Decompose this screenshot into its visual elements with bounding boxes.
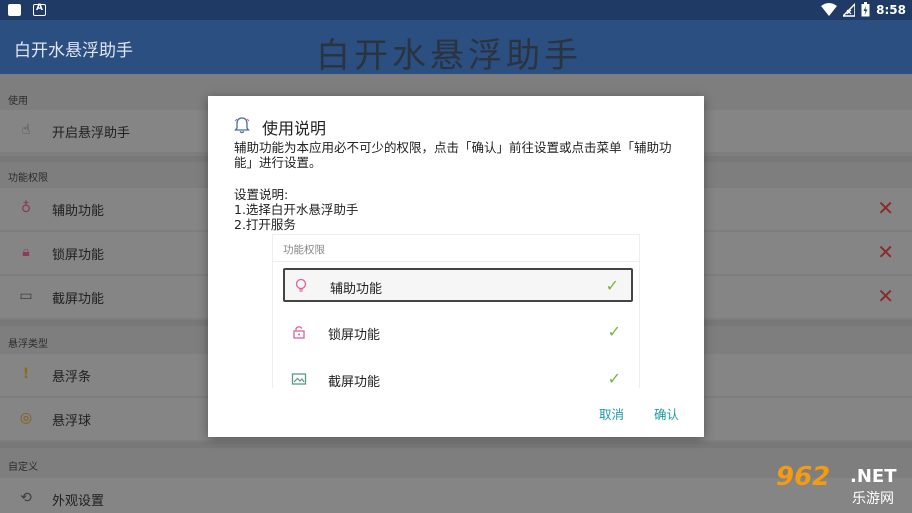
list-item-label: 外观设置: [52, 494, 105, 509]
confirm-button[interactable]: 确认: [654, 404, 679, 423]
preview-row-label: 截屏功能: [328, 375, 381, 388]
app-logo: 白开水悬浮助手: [316, 36, 582, 76]
list-item-label: 开启悬浮助手: [52, 126, 131, 141]
hand-pointer-icon: ☝: [21, 122, 31, 138]
preview-header-label: 功能权限: [283, 244, 325, 256]
app-bar: 白开水悬浮助手 白开水悬浮助手: [0, 20, 912, 76]
check-icon: ✓: [607, 322, 621, 341]
list-item-label: 悬浮条: [52, 370, 92, 385]
section-header-usage: 使用: [8, 96, 28, 107]
instruction-preview-image: 功能权限 辅助功能 ✓ 锁屏功能 ✓ 截屏功能 ✓: [272, 234, 640, 388]
settings-icon: ⟲: [20, 490, 32, 506]
dialog-instructions: 设置说明: 1.选择白开水悬浮助手 2.打开服务: [234, 187, 358, 232]
instruction-line: 2.打开服务: [234, 217, 296, 232]
section-header-permissions: 功能权限: [8, 173, 48, 184]
watermark-number: 962: [776, 462, 831, 492]
cancel-button[interactable]: 取消: [599, 404, 624, 423]
divider: [0, 442, 912, 448]
list-item-label: 悬浮球: [52, 414, 92, 429]
bell-icon: [234, 117, 250, 134]
list-item-label: 锁屏功能: [52, 248, 105, 263]
lock-icon: 🔒︎: [22, 244, 30, 260]
ring-icon: ◎: [19, 410, 33, 426]
dialog-title: 使用说明: [262, 119, 327, 138]
section-header-float-type: 悬浮类型: [8, 339, 48, 350]
preview-row-screenshot: 截屏功能 ✓: [283, 363, 633, 388]
instruction-line: 设置说明:: [234, 187, 289, 202]
signal-icon: [843, 2, 856, 17]
status-x-icon: ✕: [877, 196, 894, 220]
image-icon: ▭: [19, 288, 33, 304]
bulb-icon: [295, 278, 307, 292]
preview-header: 功能权限: [273, 234, 639, 262]
preview-row-lockscreen: 锁屏功能 ✓: [283, 316, 633, 350]
clock: 8:58: [876, 2, 906, 17]
exclamation-icon: !: [22, 366, 30, 382]
status-x-icon: ✕: [877, 240, 894, 264]
status-right: 8:58: [821, 2, 906, 17]
section-header-custom: 自定义: [8, 462, 38, 473]
lock-icon: [293, 326, 305, 339]
list-item-label: 辅助功能: [52, 204, 105, 219]
preview-row-accessibility: 辅助功能 ✓: [283, 268, 633, 302]
watermark-net: .NET: [850, 466, 897, 487]
status-left-icons: A: [8, 3, 46, 16]
app-title: 白开水悬浮助手: [14, 41, 133, 61]
site-watermark: 962 .NET 乐游网: [776, 462, 906, 508]
preview-row-label: 锁屏功能: [328, 328, 381, 343]
a-box-icon: A: [33, 3, 46, 16]
bulb-icon: ♁: [20, 200, 32, 216]
wifi-icon: [821, 2, 838, 16]
usage-dialog: 使用说明 辅助功能为本应用必不可少的权限，点击「确认」前往设置或点击菜单「辅助功…: [208, 96, 704, 437]
instruction-line: 1.选择白开水悬浮助手: [234, 202, 359, 217]
square-icon: [8, 4, 21, 16]
status-x-icon: ✕: [877, 284, 894, 308]
list-item-label: 截屏功能: [52, 292, 105, 307]
check-icon: ✓: [607, 369, 621, 388]
status-bar: A 8:58: [0, 0, 912, 20]
image-icon: [291, 373, 307, 385]
check-icon: ✓: [605, 276, 619, 295]
preview-row-label: 辅助功能: [330, 282, 383, 297]
dialog-message: 辅助功能为本应用必不可少的权限，点击「确认」前往设置或点击菜单「辅助功能」进行设…: [234, 140, 672, 170]
watermark-cn: 乐游网: [852, 491, 894, 507]
battery-icon: [861, 2, 870, 17]
